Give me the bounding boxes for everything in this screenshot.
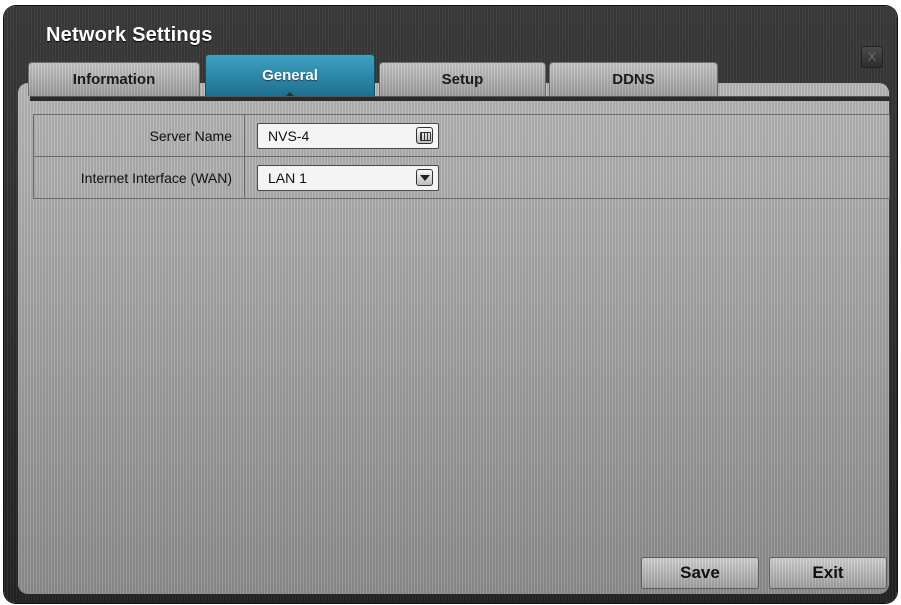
wan-selected-value: LAN 1	[268, 169, 307, 186]
exit-button[interactable]: Exit	[769, 557, 887, 589]
tab-general[interactable]: General	[205, 54, 375, 97]
window-title: Network Settings	[46, 24, 213, 46]
form-row-server-name: Server Name NVS-4	[33, 114, 890, 157]
tab-ddns[interactable]: DDNS	[549, 62, 718, 96]
wan-label: Internet Interface (WAN)	[33, 156, 245, 199]
form-row-wan: Internet Interface (WAN) LAN 1	[33, 156, 890, 199]
save-button[interactable]: Save	[641, 557, 759, 589]
wan-select[interactable]: LAN 1	[257, 164, 439, 191]
keyboard-icon[interactable]	[416, 126, 433, 144]
server-name-input[interactable]: NVS-4	[257, 122, 439, 149]
tab-setup[interactable]: Setup	[379, 62, 546, 96]
tab-divider	[30, 96, 890, 101]
tab-information[interactable]: Information	[28, 62, 200, 96]
chevron-down-icon[interactable]	[416, 168, 433, 186]
server-name-label: Server Name	[33, 114, 245, 157]
general-settings-form: Server Name NVS-4 Internet Interface (WA…	[33, 114, 890, 199]
close-button[interactable]: X	[861, 46, 883, 68]
server-name-value: NVS-4	[268, 127, 310, 144]
